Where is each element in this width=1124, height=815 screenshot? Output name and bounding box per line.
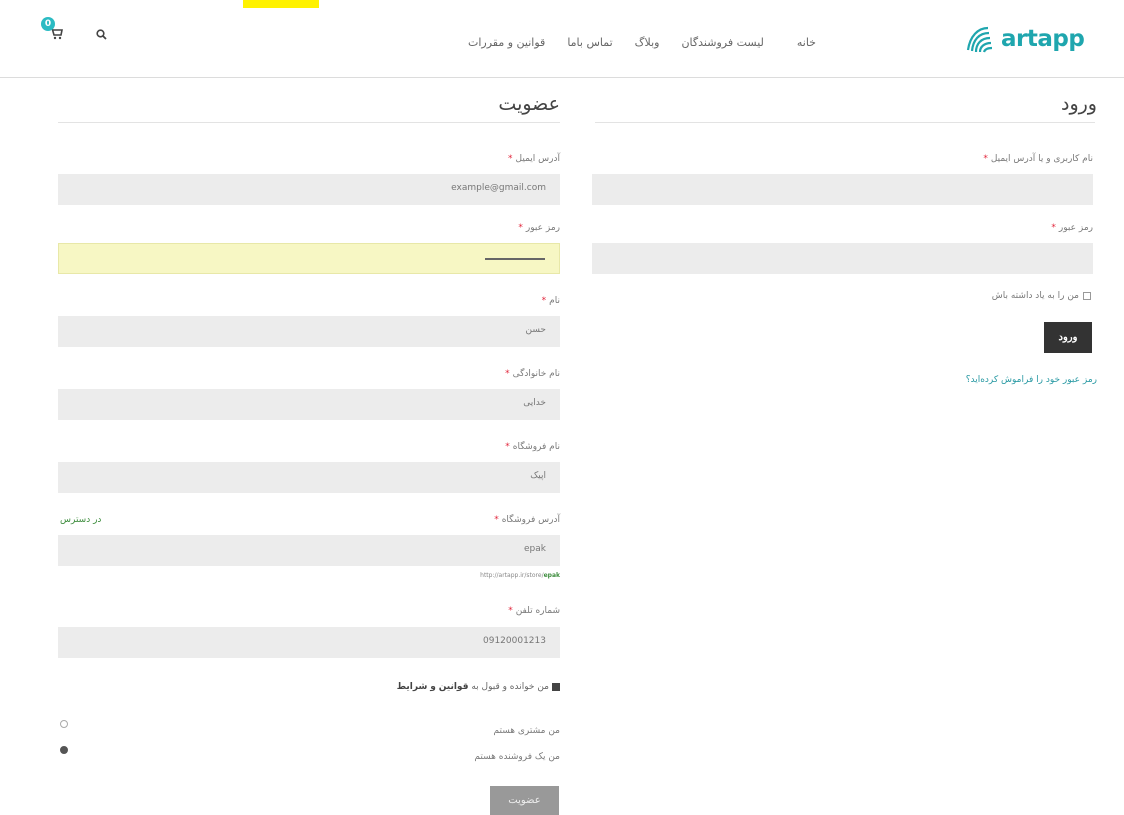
role-vendor-radio[interactable] [60,746,68,754]
last-name-field-value: خدایی [523,398,546,408]
login-username-label: نام کاربری و یا آدرس ایمیل* [983,154,1093,164]
shop-name-label-text: نام فروشگاه [512,442,560,452]
last-name-label: نام خانوادگی* [505,369,560,379]
nav-item-home[interactable]: خانه [797,36,816,49]
register-title-divider [58,122,560,123]
terms-text: من خوانده و قبول به قوانین و شرایط [397,682,549,692]
shop-url-hint: http://artapp.ir/store/epak [480,572,560,579]
nav-item-vendors[interactable]: لیست فروشندگان [681,36,763,49]
fingerprint-logo-icon [966,26,993,53]
login-password-label-text: رمز عبور [1058,223,1093,233]
login-password-field[interactable] [592,243,1093,274]
required-mark: * [505,442,510,452]
register-password-field[interactable] [58,243,560,274]
phone-label: شماره تلفن* [508,606,560,616]
first-name-field-value: حسن [525,325,546,335]
search-icon[interactable] [96,29,107,40]
shop-url-label-text: آدرس فروشگاه [501,515,560,525]
login-title-divider [595,122,1095,123]
required-mark: * [505,369,510,379]
required-mark: * [508,154,513,164]
required-mark: * [1051,223,1056,233]
shop-url-field-value: epak [524,544,546,554]
terms-checkbox[interactable] [552,683,560,691]
terms-mid: و [430,682,436,692]
main-nav: خانه لیست فروشندگان وبلاگ تماس باما قوان… [396,36,816,49]
nav-item-contact[interactable]: تماس باما [567,36,612,49]
login-button[interactable]: ورود [1044,322,1092,353]
remember-me-label: من را به یاد داشته باش [991,291,1079,301]
required-mark: * [518,223,523,233]
remember-me-checkbox[interactable] [1083,292,1091,300]
cart-count-badge: 0 [41,17,55,31]
nav-item-rules[interactable]: قوانین و مقررات [468,36,545,49]
shop-url-label: آدرس فروشگاه* [494,515,560,525]
last-name-field[interactable]: خدایی [58,389,560,420]
email-label: آدرس ایمیل* [508,154,560,164]
login-username-field[interactable] [592,174,1093,205]
register-password-label: رمز عبور* [518,223,560,233]
forgot-password-link[interactable]: رمز عبور خود را فراموش کرده‌اید؟ [966,375,1097,385]
register-button[interactable]: عضویت [490,786,559,815]
terms-link[interactable]: قوانین [439,682,469,692]
phone-label-text: شماره تلفن [515,606,560,616]
required-mark: * [508,606,513,616]
password-mask [485,258,545,260]
required-mark: * [494,515,499,525]
login-password-label: رمز عبور* [1051,223,1093,233]
phone-field-value: 09120001213 [483,636,546,646]
login-title: ورود [1061,93,1097,115]
cart-button[interactable]: 0 [41,17,67,43]
logo[interactable]: artapp [964,22,1085,56]
required-mark: * [983,154,988,164]
shop-name-label: نام فروشگاه* [505,442,560,452]
last-name-label-text: نام خانوادگی [512,369,560,379]
shop-url-status: در دسترس [60,515,102,525]
login-username-label-text: نام کاربری و یا آدرس ایمیل [990,154,1093,164]
terms-prefix: من خوانده و قبول به [471,682,549,692]
nav-item-blog[interactable]: وبلاگ [635,36,660,49]
first-name-field[interactable]: حسن [58,316,560,347]
role-vendor-label: من یک فروشنده هستم [474,752,560,762]
shop-url-hint-slug: epak [543,572,560,579]
shop-name-field-value: اپیک [530,471,546,481]
shop-name-field[interactable]: اپیک [58,462,560,493]
required-mark: * [541,296,547,306]
email-field[interactable]: example@gmail.com [58,174,560,205]
shop-url-field[interactable]: epak [58,535,560,566]
logo-text: artapp [1001,26,1085,52]
role-customer-radio[interactable] [60,720,68,728]
first-name-label-text: نام [549,296,560,306]
role-customer-label: من مشتری هستم [493,726,560,736]
first-name-label: نام* [542,296,560,306]
email-field-value: example@gmail.com [451,183,546,193]
terms-suffix[interactable]: شرایط [397,682,428,692]
register-password-label-text: رمز عبور [525,223,560,233]
shop-url-hint-prefix: http://artapp.ir/store/ [480,572,544,579]
site-header: artapp خانه لیست فروشندگان وبلاگ تماس با… [0,0,1124,78]
phone-field[interactable]: 09120001213 [58,627,560,658]
register-title: عضویت [498,93,560,115]
email-label-text: آدرس ایمیل [515,154,560,164]
